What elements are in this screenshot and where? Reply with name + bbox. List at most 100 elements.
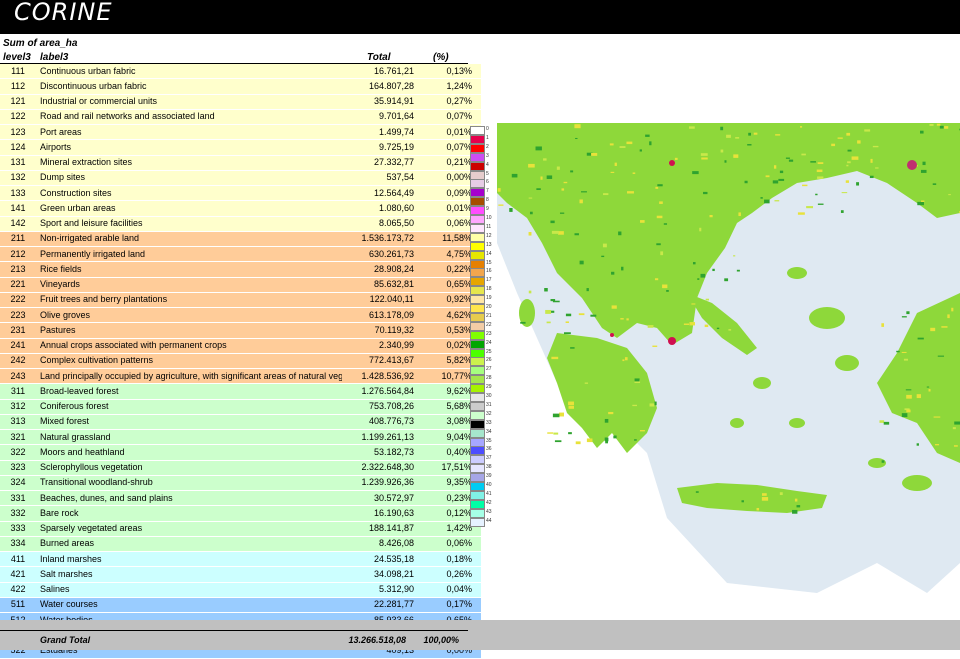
table-row[interactable]: 333 Sparsely vegetated areas 188.141,87 1,4… — [0, 521, 481, 537]
corine-land-cover-map[interactable] — [497, 123, 960, 607]
land-cover-patch — [747, 144, 752, 146]
row-total: 1.276.564,84 — [342, 383, 414, 400]
column-header-total[interactable]: Total — [367, 52, 391, 63]
column-header-pct[interactable]: (%) — [433, 52, 449, 63]
table-row[interactable]: 332 Bare rock 16.190,63 0,12% — [0, 505, 481, 522]
table-row[interactable]: 123 Port areas 1.499,74 0,01% — [0, 124, 481, 141]
legend-swatch — [470, 339, 485, 349]
row-level3: 112 — [0, 78, 36, 95]
table-row[interactable]: 121 Industrial or commercial units 35.914,… — [0, 94, 481, 110]
table-row[interactable]: 311 Broad-leaved forest 1.276.564,84 9,62% — [0, 383, 481, 400]
legend-swatch — [470, 197, 485, 207]
land-cover-patch — [649, 403, 655, 407]
row-label3: Dump sites — [36, 170, 342, 187]
row-level3: 241 — [0, 338, 36, 354]
land-cover-patch — [528, 163, 535, 168]
legend-value: 11 — [486, 223, 492, 230]
table-row[interactable]: 122 Road and rail networks and associated… — [0, 109, 481, 126]
row-level3: 422 — [0, 582, 36, 598]
row-total: 16.761,21 — [342, 64, 414, 80]
land-cover-patch — [816, 169, 823, 173]
row-total: 12.564,49 — [342, 185, 414, 202]
table-row[interactable]: 243 Land principally occupied by agricult… — [0, 368, 481, 385]
table-row[interactable]: 334 Burned areas 8.426,08 0,06% — [0, 536, 481, 553]
legend-value: 23 — [486, 330, 492, 337]
row-level3: 333 — [0, 521, 36, 537]
corine-table: 111 Continuous urban fabric 16.761,21 0,13%… — [0, 64, 481, 659]
table-row[interactable]: 321 Natural grassland 1.199.261,13 9,04% — [0, 429, 481, 446]
table-row[interactable]: 422 Salines 5.312,90 0,04% — [0, 582, 481, 598]
row-level3: 331 — [0, 490, 36, 507]
table-row[interactable]: 221 Vineyards 85.632,81 0,65% — [0, 277, 481, 293]
table-row[interactable]: 133 Construction sites 12.564,49 0,09% — [0, 185, 481, 202]
land-cover-patch — [691, 303, 696, 305]
table-row[interactable]: 111 Continuous urban fabric 16.761,21 0,13% — [0, 64, 481, 80]
legend-value: 26 — [486, 357, 492, 364]
legend-swatch — [470, 366, 485, 376]
land-cover-patch — [568, 401, 574, 406]
table-row[interactable]: 323 Sclerophyllous vegetation 2.322.648,30… — [0, 460, 481, 476]
table-row[interactable]: 213 Rice fields 28.908,24 0,22% — [0, 261, 481, 278]
land-cover-patch — [815, 193, 818, 196]
row-label3: Water courses — [36, 597, 342, 614]
land-cover-patch — [591, 153, 598, 156]
land-cover-patch — [649, 141, 652, 146]
land-cover-patch — [575, 441, 581, 445]
land-cover-patch — [540, 176, 543, 180]
land-cover-patch — [634, 439, 637, 441]
land-cover-patch — [704, 324, 709, 328]
table-row[interactable]: 132 Dump sites 537,54 0,00% — [0, 170, 481, 187]
land-cover-patch — [817, 176, 824, 179]
land-cover-patch — [738, 212, 741, 217]
table-row[interactable]: 312 Coniferous forest 753.708,26 5,68% — [0, 399, 481, 415]
table-row[interactable]: 511 Water courses 22.281,77 0,17% — [0, 597, 481, 614]
column-header-label3[interactable]: label3 — [40, 52, 68, 63]
table-row[interactable]: 223 Olive groves 613.178,09 4,62% — [0, 307, 481, 324]
table-row[interactable]: 112 Discontinuous urban fabric 164.807,28 1… — [0, 78, 481, 95]
table-row[interactable]: 241 Annual crops associated with permanen… — [0, 338, 481, 354]
table-row[interactable]: 411 Inland marshes 24.535,18 0,18% — [0, 551, 481, 568]
land-cover-patch — [896, 350, 900, 353]
land-cover-patch — [735, 137, 740, 139]
land-cover-patch — [920, 130, 924, 134]
table-row[interactable]: 231 Pastures 70.119,32 0,53% — [0, 322, 481, 339]
row-total: 2.340,99 — [342, 338, 414, 354]
table-row[interactable]: 222 Fruit trees and berry plantations 122.… — [0, 292, 481, 309]
legend-value: 34 — [486, 428, 492, 435]
legend-swatch — [470, 464, 485, 474]
table-row[interactable]: 421 Salt marshes 34.098,21 0,26% — [0, 566, 481, 583]
land-cover-patch — [799, 126, 803, 128]
table-row[interactable]: 131 Mineral extraction sites 27.332,77 0,21… — [0, 155, 481, 171]
land-cover-patch — [627, 191, 634, 194]
row-level3: 511 — [0, 597, 36, 614]
legend-value: 10 — [486, 215, 492, 221]
land-cover-patch — [932, 183, 937, 185]
land-cover-patch — [760, 197, 763, 199]
legend-swatch — [470, 482, 485, 491]
legend-value: 44 — [486, 517, 492, 524]
land-cover-patch — [656, 243, 661, 246]
table-row[interactable]: 141 Green urban areas 1.080,60 0,01% — [0, 200, 481, 217]
legend-swatch — [470, 410, 485, 420]
table-row[interactable]: 322 Moors and heathland 53.182,73 0,40% — [0, 444, 481, 461]
table-row[interactable]: 313 Mixed forest 408.776,73 3,08% — [0, 414, 481, 431]
column-header-level3[interactable]: level3 — [3, 52, 31, 63]
table-row[interactable]: 242 Complex cultivation patterns 772.413,6… — [0, 353, 481, 370]
table-row[interactable]: 212 Permanently irrigated land 630.261,73 4… — [0, 246, 481, 263]
land-cover-patch — [614, 162, 617, 166]
table-row[interactable]: 331 Beaches, dunes, and sand plains 30.572… — [0, 490, 481, 507]
legend-value: 43 — [486, 508, 492, 515]
table-row[interactable]: 211 Non-irrigated arable land 1.536.173,72… — [0, 231, 481, 248]
table-row[interactable]: 324 Transitional woodland-shrub 1.239.926,… — [0, 475, 481, 492]
legend-swatch — [470, 304, 485, 313]
row-label3: Road and rail networks and associated la… — [36, 109, 342, 126]
land-cover-patch — [929, 123, 934, 126]
land-cover-patch — [922, 161, 926, 166]
table-row[interactable]: 124 Airports 9.725,19 0,07% — [0, 139, 481, 156]
row-label3: Sclerophyllous vegetation — [36, 460, 342, 476]
table-row[interactable]: 142 Sport and leisure facilities 8.065,50 0… — [0, 216, 481, 232]
row-pct: 1,24% — [414, 78, 481, 95]
land-cover-patch — [916, 394, 921, 399]
land-cover-patch — [728, 329, 732, 331]
land-cover-patch — [701, 157, 708, 160]
